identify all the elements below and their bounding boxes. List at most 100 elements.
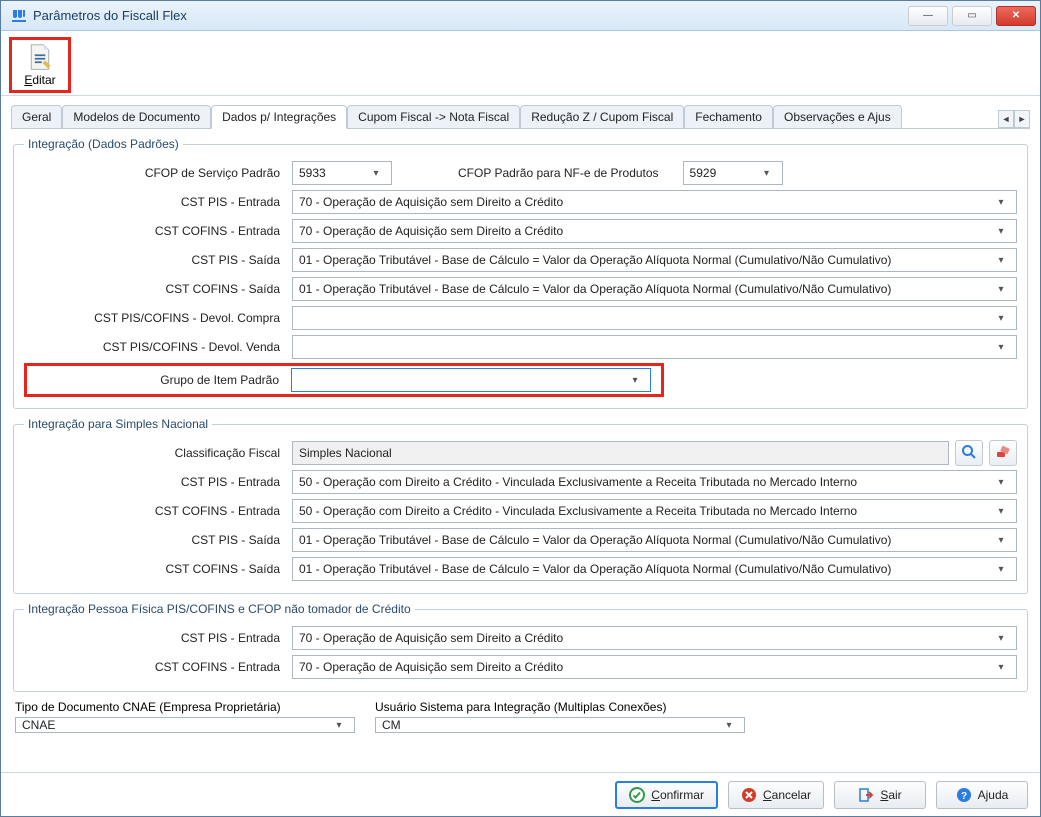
- select-cst-devol-compra[interactable]: ▾: [292, 306, 1017, 330]
- app-icon: [11, 8, 27, 24]
- select-pf-cst-cofins-entrada[interactable]: 70 - Operação de Aquisição sem Direito a…: [292, 655, 1017, 679]
- label-classificacao-fiscal: Classificação Fiscal: [24, 446, 292, 460]
- group-legend: Integração para Simples Nacional: [24, 417, 212, 431]
- label-cfop-nfe: CFOP Padrão para NF-e de Produtos: [458, 166, 659, 180]
- label-cst-pis-saida: CST PIS - Saída: [24, 253, 292, 267]
- select-pf-cst-pis-entrada[interactable]: 70 - Operação de Aquisição sem Direito a…: [292, 626, 1017, 650]
- chevron-down-icon: ▾: [330, 720, 348, 731]
- tab-fechamento[interactable]: Fechamento: [684, 105, 773, 128]
- check-icon: [629, 787, 645, 803]
- input-classificacao-fiscal: Simples Nacional: [292, 441, 949, 465]
- chevron-down-icon: ▾: [992, 313, 1010, 324]
- label-cst-cofins-saida: CST COFINS - Saída: [24, 282, 292, 296]
- select-cfop-servico[interactable]: 5933 ▾: [292, 161, 392, 185]
- exit-icon: [858, 787, 874, 803]
- label-cst-cofins-entrada: CST COFINS - Entrada: [24, 224, 292, 238]
- highlight-editar: Editar: [9, 37, 71, 93]
- group-simples-nacional: Integração para Simples Nacional Classif…: [13, 417, 1028, 594]
- window-controls: — ▭ ✕: [908, 6, 1036, 26]
- label-sn-cst-pis-entrada: CST PIS - Entrada: [24, 475, 292, 489]
- editar-label: Editar: [24, 73, 55, 87]
- chevron-down-icon: ▾: [992, 662, 1010, 673]
- label-sn-cst-cofins-entrada: CST COFINS - Entrada: [24, 504, 292, 518]
- search-icon: [961, 444, 977, 463]
- window-title: Parâmetros do Fiscall Flex: [33, 8, 908, 23]
- chevron-down-icon: ▾: [992, 535, 1010, 546]
- select-cst-devol-venda[interactable]: ▾: [292, 335, 1017, 359]
- eraser-icon: [995, 444, 1011, 463]
- document-edit-icon: [26, 43, 54, 71]
- label-cst-devol-venda: CST PIS/COFINS - Devol. Venda: [24, 340, 292, 354]
- ajuda-button[interactable]: ? Ajuda: [936, 781, 1028, 809]
- sair-button[interactable]: Sair: [834, 781, 926, 809]
- select-sn-cst-cofins-entrada[interactable]: 50 - Operação com Direito a Crédito - Vi…: [292, 499, 1017, 523]
- chevron-down-icon: ▾: [992, 226, 1010, 237]
- select-sn-cst-cofins-saida[interactable]: 01 - Operação Tributável - Base de Cálcu…: [292, 557, 1017, 581]
- cancel-icon: [741, 787, 757, 803]
- bottom-fields: Tipo de Documento CNAE (Empresa Propriet…: [15, 700, 1026, 733]
- chevron-down-icon: ▾: [992, 564, 1010, 575]
- tab-scrollers: ◄ ►: [998, 110, 1030, 128]
- chevron-down-icon: ▾: [626, 375, 644, 386]
- select-grupo-item[interactable]: ▾: [291, 368, 651, 392]
- tab-bar: Geral Modelos de Documento Dados p/ Inte…: [11, 104, 1030, 129]
- chevron-down-icon: ▾: [367, 168, 385, 179]
- tab-scroll-left[interactable]: ◄: [998, 110, 1014, 128]
- select-usuario-sistema[interactable]: CM▾: [375, 717, 745, 733]
- label-tipo-doc-cnae: Tipo de Documento CNAE (Empresa Propriet…: [15, 700, 355, 714]
- chevron-down-icon: ▾: [992, 477, 1010, 488]
- label-usuario-sistema: Usuário Sistema para Integração (Multipl…: [375, 700, 745, 714]
- chevron-down-icon: ▾: [720, 720, 738, 731]
- cancelar-button[interactable]: Cancelar: [728, 781, 824, 809]
- chevron-down-icon: ▾: [758, 168, 776, 179]
- help-icon: ?: [956, 787, 972, 803]
- tab-scroll-right[interactable]: ►: [1014, 110, 1030, 128]
- select-sn-cst-pis-entrada[interactable]: 50 - Operação com Direito a Crédito - Vi…: [292, 470, 1017, 494]
- minimize-button[interactable]: —: [908, 6, 948, 26]
- content-area: Geral Modelos de Documento Dados p/ Inte…: [1, 96, 1040, 772]
- label-grupo-item: Grupo de Item Padrão: [31, 373, 291, 387]
- select-cfop-nfe[interactable]: 5929 ▾: [683, 161, 783, 185]
- editar-button[interactable]: Editar: [18, 43, 62, 87]
- tab-geral[interactable]: Geral: [11, 105, 62, 128]
- highlight-grupo-item: Grupo de Item Padrão ▾: [24, 363, 664, 397]
- search-button[interactable]: [955, 440, 983, 466]
- select-tipo-doc-cnae[interactable]: CNAE▾: [15, 717, 355, 733]
- select-cst-pis-saida[interactable]: 01 - Operação Tributável - Base de Cálcu…: [292, 248, 1017, 272]
- confirmar-button[interactable]: Confirmar: [615, 781, 718, 809]
- maximize-button[interactable]: ▭: [952, 6, 992, 26]
- chevron-down-icon: ▾: [992, 284, 1010, 295]
- select-cst-cofins-saida[interactable]: 01 - Operação Tributável - Base de Cálcu…: [292, 277, 1017, 301]
- label-pf-cst-pis-entrada: CST PIS - Entrada: [24, 631, 292, 645]
- clear-button[interactable]: [989, 440, 1017, 466]
- tab-observacoes[interactable]: Observações e Ajus: [773, 105, 902, 128]
- label-pf-cst-cofins-entrada: CST COFINS - Entrada: [24, 660, 292, 674]
- group-legend: Integração (Dados Padrões): [24, 137, 183, 151]
- chevron-down-icon: ▾: [992, 197, 1010, 208]
- label-cst-pis-entrada: CST PIS - Entrada: [24, 195, 292, 209]
- group-legend: Integração Pessoa Física PIS/COFINS e CF…: [24, 602, 415, 616]
- svg-text:?: ?: [961, 791, 967, 802]
- label-sn-cst-cofins-saida: CST COFINS - Saída: [24, 562, 292, 576]
- titlebar: Parâmetros do Fiscall Flex — ▭ ✕: [1, 1, 1040, 31]
- select-cst-pis-entrada[interactable]: 70 - Operação de Aquisição sem Direito a…: [292, 190, 1017, 214]
- chevron-down-icon: ▾: [992, 255, 1010, 266]
- label-sn-cst-pis-saida: CST PIS - Saída: [24, 533, 292, 547]
- chevron-down-icon: ▾: [992, 633, 1010, 644]
- tab-modelos[interactable]: Modelos de Documento: [62, 105, 211, 128]
- tab-dados-integracoes[interactable]: Dados p/ Integrações: [211, 105, 347, 129]
- toolbar: Editar: [1, 31, 1040, 96]
- close-button[interactable]: ✕: [996, 6, 1036, 26]
- group-dados-padroes: Integração (Dados Padrões) CFOP de Servi…: [13, 137, 1028, 409]
- chevron-down-icon: ▾: [992, 342, 1010, 353]
- select-sn-cst-pis-saida[interactable]: 01 - Operação Tributável - Base de Cálcu…: [292, 528, 1017, 552]
- group-pessoa-fisica: Integração Pessoa Física PIS/COFINS e CF…: [13, 602, 1028, 692]
- tab-reducao-z[interactable]: Redução Z / Cupom Fiscal: [520, 105, 684, 128]
- footer: Confirmar Cancelar Sair ? Ajuda: [1, 772, 1040, 816]
- tab-cupom-nota[interactable]: Cupom Fiscal -> Nota Fiscal: [347, 105, 520, 128]
- select-cst-cofins-entrada[interactable]: 70 - Operação de Aquisição sem Direito a…: [292, 219, 1017, 243]
- window-frame: Parâmetros do Fiscall Flex — ▭ ✕ Editar …: [0, 0, 1041, 817]
- tab-panel: Integração (Dados Padrões) CFOP de Servi…: [11, 129, 1030, 768]
- chevron-down-icon: ▾: [992, 506, 1010, 517]
- label-cfop-servico: CFOP de Serviço Padrão: [24, 166, 292, 180]
